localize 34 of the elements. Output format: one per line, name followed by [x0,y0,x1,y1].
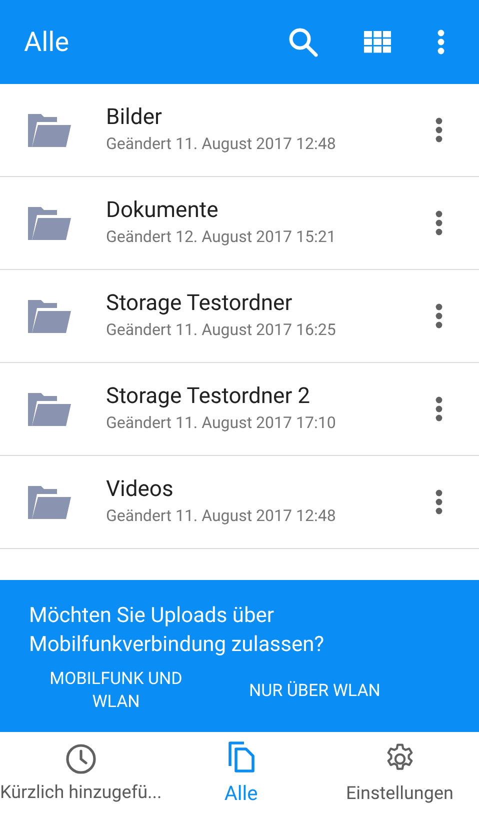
folder-modified-date: Geändert 11. August 2017 17:10 [106,412,337,434]
more-icon [437,29,445,55]
folder-name: Storage Testordner [106,290,294,318]
clock-icon [64,742,97,774]
folder-row[interactable]: Dokumente Geändert 12. August 2017 15:21 [0,177,479,270]
app-bar-title: Alle [24,24,70,60]
folder-modified-date: Geändert 12. August 2017 15:21 [106,226,337,248]
folder-icon [26,111,72,149]
more-icon [435,210,443,236]
documents-icon [226,740,256,774]
folder-name: Dokumente [106,197,220,225]
folder-icon [26,297,72,335]
folder-row[interactable]: Videos Geändert 11. August 2017 12:48 [0,456,479,549]
folder-row[interactable]: Storage Testordner Geändert 11. August 2017 16:25 [0,270,479,363]
folder-name: Bilder [106,104,163,132]
folder-row[interactable]: Bilder Geändert 11. August 2017 12:48 [0,84,479,177]
search-icon [287,26,319,58]
folder-icon [26,483,72,521]
folder-modified-date: Geändert 11. August 2017 16:25 [106,319,337,341]
more-icon [435,396,443,422]
folder-icon [26,390,72,428]
more-icon [435,489,443,515]
folder-modified-date: Geändert 11. August 2017 12:48 [106,133,337,155]
upload-prompt-question: Möchten Sie Uploads über Mobilfunkverbindung zulassen? [29,603,326,659]
more-icon [435,117,443,143]
folder-modified-date: Geändert 11. August 2017 12:48 [106,505,337,527]
folder-name: Videos [106,476,174,504]
folder-icon [26,204,72,242]
folder-name: Storage Testordner 2 [106,383,311,411]
more-icon [435,303,443,329]
nav-tab[interactable]: Einstellungen [320,732,479,816]
folder-row[interactable]: Storage Testordner 2 Geändert 11. August 2017 17:10 [0,363,479,456]
grid-icon [364,31,390,53]
nav-tab[interactable]: Kürzlich hinzugefü... [0,732,162,816]
